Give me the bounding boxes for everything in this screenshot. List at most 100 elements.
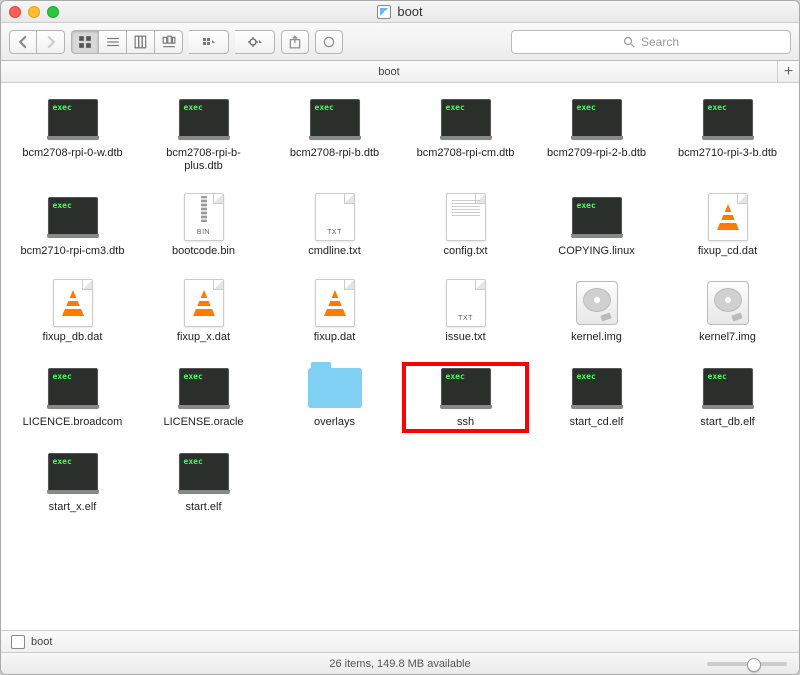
file-item[interactable]: start_x.elf (9, 447, 136, 518)
file-label: cmdline.txt (308, 245, 361, 258)
path-bar[interactable]: boot (1, 630, 799, 652)
exec-icon (179, 99, 229, 139)
exec-icon (703, 99, 753, 139)
file-item[interactable]: kernel7.img (664, 277, 791, 348)
file-label: bcm2710-rpi-3-b.dtb (678, 147, 777, 160)
view-buttons (71, 30, 183, 54)
file-item[interactable]: bcm2710-rpi-3-b.dtb (664, 93, 791, 177)
file-item[interactable]: fixup_db.dat (9, 277, 136, 348)
arrange-button[interactable] (189, 30, 229, 54)
file-item[interactable]: bcm2708-rpi-cm.dtb (402, 93, 529, 177)
search-field[interactable]: Search (511, 30, 791, 54)
titlebar[interactable]: boot (1, 1, 799, 23)
bin-file-icon: BIN (184, 193, 224, 241)
file-label: COPYING.linux (558, 245, 634, 258)
tab-label[interactable]: boot (1, 66, 777, 78)
coverflow-view-button[interactable] (155, 30, 183, 54)
file-label: bcm2709-rpi-2-b.dtb (547, 147, 646, 160)
file-item[interactable]: start_db.elf (664, 362, 791, 433)
minimize-icon[interactable] (28, 6, 40, 18)
file-item[interactable]: config.txt (402, 191, 529, 262)
file-item[interactable]: bcm2709-rpi-2-b.dtb (533, 93, 660, 177)
file-item[interactable]: BIN bootcode.bin (140, 191, 267, 262)
finder-window: boot Search boot + bcm2708-r (0, 0, 800, 675)
file-label: start_x.elf (49, 501, 97, 514)
file-label: LICENCE.broadcom (23, 416, 123, 429)
file-label: bootcode.bin (172, 245, 235, 258)
file-item[interactable]: fixup_cd.dat (664, 191, 791, 262)
file-label: bcm2708-rpi-cm.dtb (417, 147, 515, 160)
file-item[interactable]: COPYING.linux (533, 191, 660, 262)
toolbar: Search (1, 23, 799, 61)
share-button[interactable] (281, 30, 309, 54)
exec-icon (441, 368, 491, 408)
column-view-button[interactable] (127, 30, 155, 54)
back-button[interactable] (9, 30, 37, 54)
file-item[interactable]: bcm2708-rpi-0-w.dtb (9, 93, 136, 177)
file-area[interactable]: bcm2708-rpi-0-w.dtb bcm2708-rpi-b-plus.dt… (1, 83, 799, 630)
volume-icon (11, 635, 25, 649)
file-label: LICENSE.oracle (163, 416, 243, 429)
exec-icon (572, 197, 622, 237)
file-item[interactable]: bcm2710-rpi-cm3.dtb (9, 191, 136, 262)
zoom-icon[interactable] (47, 6, 59, 18)
file-label: start.elf (185, 501, 221, 514)
search-icon (623, 36, 635, 48)
status-text: 26 items, 149.8 MB available (329, 658, 470, 670)
vlc-icon (53, 279, 93, 327)
window-title-text: boot (397, 4, 422, 19)
txt-file-icon (446, 193, 486, 241)
file-label: bcm2708-rpi-0-w.dtb (22, 147, 122, 160)
window-title: boot (1, 4, 799, 19)
file-item[interactable]: LICENSE.oracle (140, 362, 267, 433)
file-item[interactable]: kernel.img (533, 277, 660, 348)
file-item[interactable]: bcm2708-rpi-b.dtb (271, 93, 398, 177)
new-tab-button[interactable]: + (777, 61, 799, 83)
file-item[interactable]: fixup_x.dat (140, 277, 267, 348)
file-label: start_db.elf (700, 416, 754, 429)
file-item[interactable]: TXTissue.txt (402, 277, 529, 348)
file-item[interactable]: TXT cmdline.txt (271, 191, 398, 262)
forward-button[interactable] (37, 30, 65, 54)
action-button[interactable] (235, 30, 275, 54)
path-bar-label: boot (31, 636, 52, 648)
file-label: fixup_db.dat (43, 331, 103, 344)
file-label: fixup_cd.dat (698, 245, 757, 258)
vlc-icon (708, 193, 748, 241)
file-item[interactable]: LICENCE.broadcom (9, 362, 136, 433)
tags-button[interactable] (315, 30, 343, 54)
disk-image-icon (576, 281, 618, 325)
file-label: bcm2708-rpi-b-plus.dtb (149, 147, 259, 173)
file-item[interactable]: start.elf (140, 447, 267, 518)
file-label: kernel.img (571, 331, 622, 344)
file-item[interactable]: overlays (271, 362, 398, 433)
exec-icon (572, 368, 622, 408)
file-label: fixup.dat (314, 331, 356, 344)
icon-size-slider[interactable] (707, 662, 787, 666)
arrange-group (189, 30, 229, 54)
disk-image-icon (707, 281, 749, 325)
file-label: fixup_x.dat (177, 331, 230, 344)
action-group (235, 30, 275, 54)
icon-view-button[interactable] (71, 30, 99, 54)
file-grid: bcm2708-rpi-0-w.dtb bcm2708-rpi-b-plus.dt… (9, 93, 791, 518)
file-label: start_cd.elf (570, 416, 624, 429)
file-item[interactable]: ssh (402, 362, 529, 433)
list-view-button[interactable] (99, 30, 127, 54)
vlc-icon (315, 279, 355, 327)
close-icon[interactable] (9, 6, 21, 18)
txt-file-icon: TXT (315, 193, 355, 241)
tab-bar: boot + (1, 61, 799, 83)
file-label: ssh (457, 416, 474, 429)
exec-icon (572, 99, 622, 139)
status-bar: 26 items, 149.8 MB available (1, 652, 799, 674)
file-item[interactable]: bcm2708-rpi-b-plus.dtb (140, 93, 267, 177)
file-item[interactable]: start_cd.elf (533, 362, 660, 433)
file-label: overlays (314, 416, 355, 429)
file-label: issue.txt (445, 331, 485, 344)
nav-buttons (9, 30, 65, 54)
file-label: config.txt (443, 245, 487, 258)
exec-icon (48, 453, 98, 493)
exec-icon (48, 368, 98, 408)
file-item[interactable]: fixup.dat (271, 277, 398, 348)
